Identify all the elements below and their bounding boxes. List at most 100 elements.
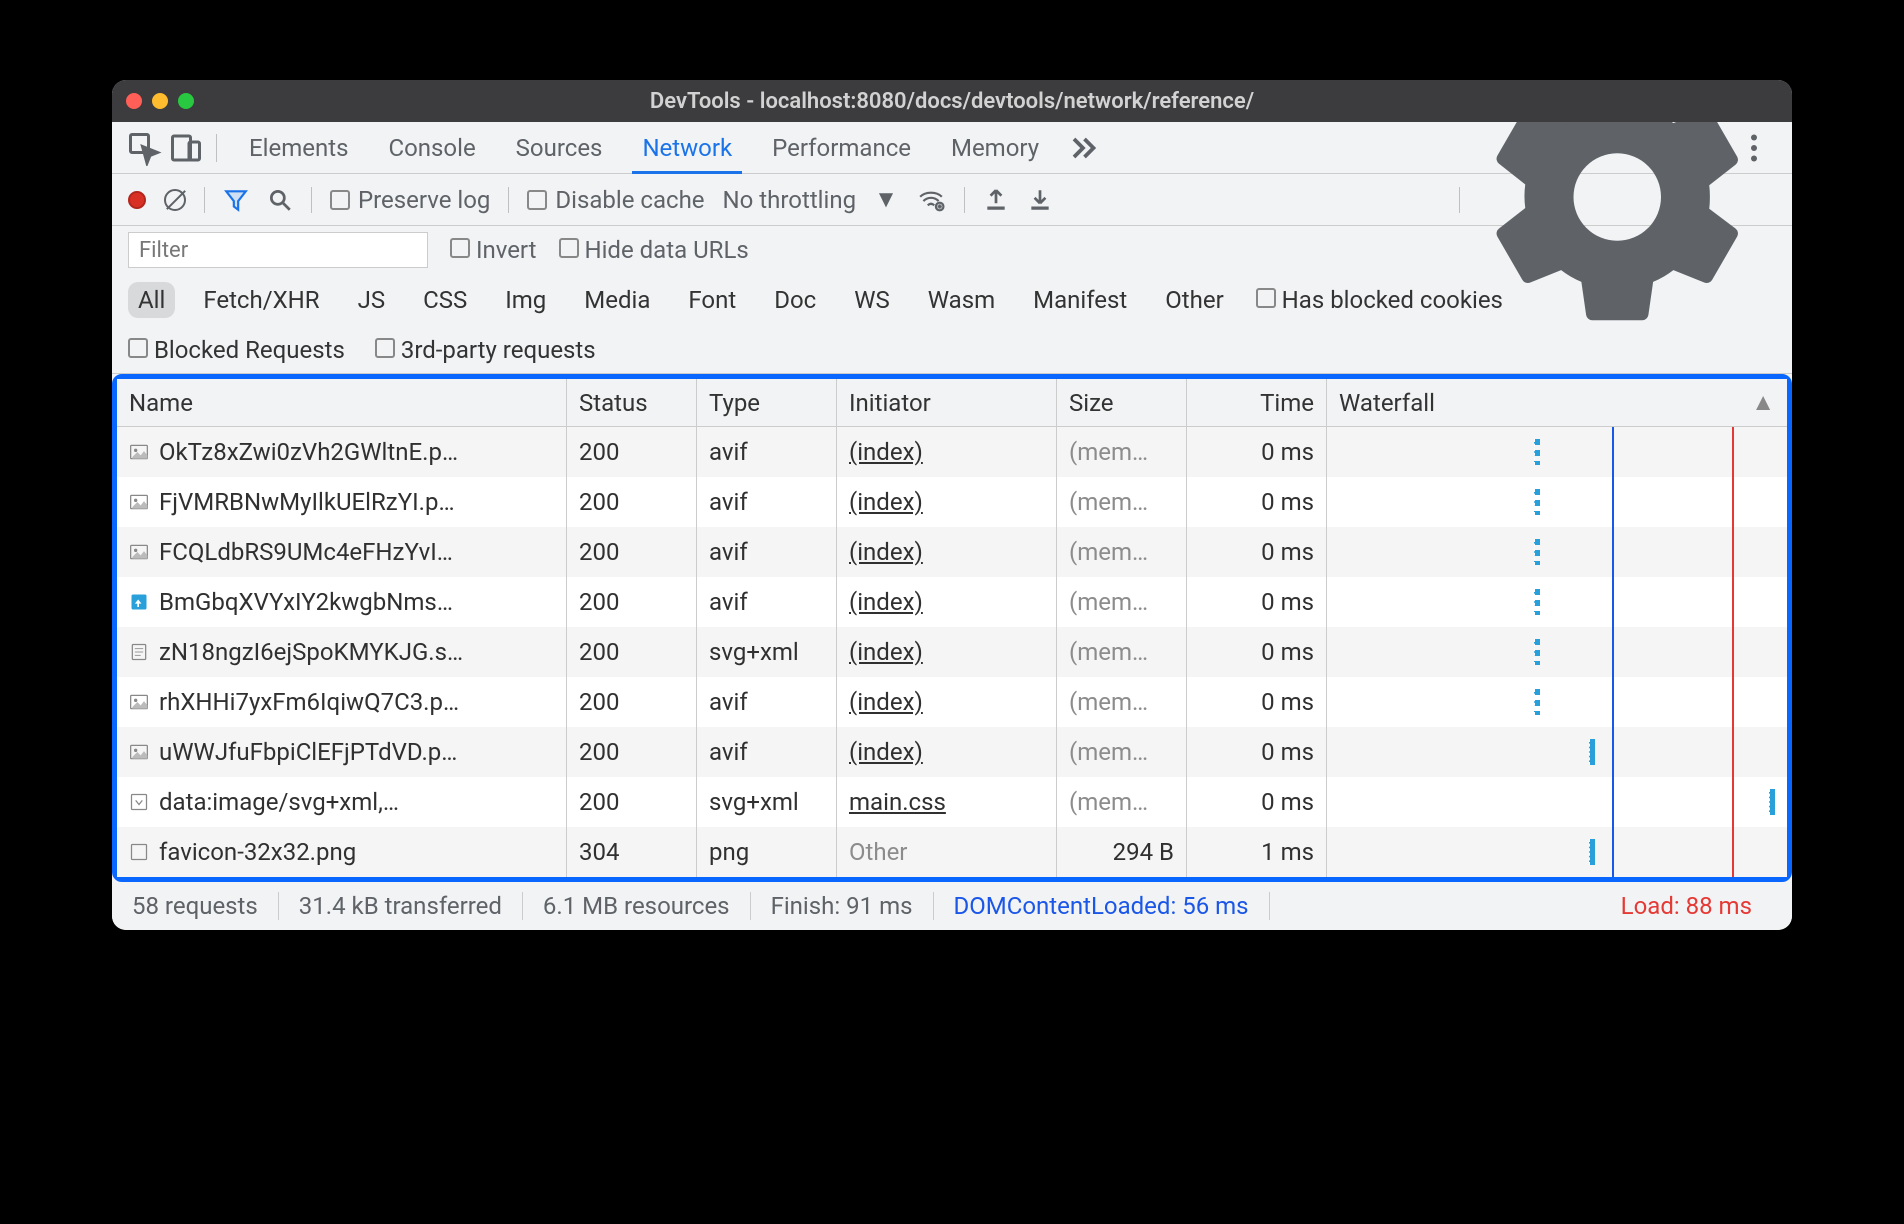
- window-title: DevTools - localhost:8080/docs/devtools/…: [112, 89, 1792, 114]
- request-row[interactable]: BmGbqXVYxIY2kwgbNms…200avif(index)(mem…0…: [117, 577, 1787, 627]
- waterfall-tick: [1589, 839, 1595, 865]
- request-initiator[interactable]: (index): [849, 538, 923, 566]
- type-filter-all[interactable]: All: [128, 282, 175, 318]
- search-icon[interactable]: [267, 187, 293, 213]
- maximize-button[interactable]: [178, 93, 194, 109]
- more-tabs-icon[interactable]: [1065, 130, 1101, 166]
- tab-network[interactable]: Network: [622, 122, 752, 173]
- request-time: 0 ms: [1187, 627, 1327, 677]
- hide-data-urls-checkbox[interactable]: Hide data URLs: [559, 236, 749, 264]
- type-filter-doc[interactable]: Doc: [764, 282, 826, 318]
- waterfall-tick: [1534, 489, 1540, 515]
- filter-toggle-icon[interactable]: [223, 187, 249, 213]
- request-waterfall: [1327, 627, 1787, 677]
- waterfall-tick: [1534, 539, 1540, 565]
- request-size: (mem…: [1057, 777, 1187, 827]
- request-initiator[interactable]: (index): [849, 638, 923, 666]
- request-row[interactable]: OkTz8xZwi0zVh2GWltnE.p…200avif(index)(me…: [117, 427, 1787, 477]
- status-transferred: 31.4 kB transferred: [279, 892, 523, 920]
- waterfall-tick: [1589, 739, 1595, 765]
- request-initiator[interactable]: (index): [849, 438, 923, 466]
- type-filter-ws[interactable]: WS: [844, 282, 900, 318]
- import-har-icon[interactable]: [983, 187, 1009, 213]
- request-size: (mem…: [1057, 627, 1187, 677]
- tab-memory[interactable]: Memory: [931, 122, 1059, 173]
- tab-performance[interactable]: Performance: [752, 122, 931, 173]
- type-filter-wasm[interactable]: Wasm: [918, 282, 1005, 318]
- request-type: svg+xml: [697, 777, 837, 827]
- checkbox-icon: [375, 338, 395, 358]
- request-initiator[interactable]: (index): [849, 688, 923, 716]
- traffic-lights: [126, 93, 194, 109]
- tab-elements[interactable]: Elements: [229, 122, 368, 173]
- request-initiator[interactable]: (index): [849, 738, 923, 766]
- inspect-element-icon[interactable]: [126, 130, 162, 166]
- type-filter-img[interactable]: Img: [495, 282, 556, 318]
- request-waterfall: [1327, 477, 1787, 527]
- third-party-label: 3rd-party requests: [401, 336, 596, 364]
- blocked-requests-checkbox[interactable]: Blocked Requests: [128, 336, 345, 364]
- request-time: 0 ms: [1187, 727, 1327, 777]
- type-filter-media[interactable]: Media: [574, 282, 660, 318]
- request-status: 304: [567, 827, 697, 877]
- doc-file-icon: [129, 642, 149, 662]
- col-header-status[interactable]: Status: [567, 379, 697, 426]
- request-row[interactable]: data:image/svg+xml,…200svg+xmlmain.css(m…: [117, 777, 1787, 827]
- request-waterfall: [1327, 677, 1787, 727]
- request-type: avif: [697, 527, 837, 577]
- divider: [508, 187, 509, 213]
- tab-sources[interactable]: Sources: [496, 122, 623, 173]
- disable-cache-checkbox[interactable]: Disable cache: [527, 186, 704, 214]
- request-initiator[interactable]: main.css: [849, 788, 946, 816]
- col-header-waterfall[interactable]: Waterfall ▲: [1327, 379, 1787, 426]
- tab-console[interactable]: Console: [368, 122, 495, 173]
- col-header-time[interactable]: Time: [1187, 379, 1327, 426]
- request-initiator[interactable]: (index): [849, 588, 923, 616]
- has-blocked-cookies-checkbox[interactable]: Has blocked cookies: [1256, 286, 1503, 314]
- third-party-checkbox[interactable]: 3rd-party requests: [375, 336, 596, 364]
- col-header-initiator[interactable]: Initiator: [837, 379, 1057, 426]
- request-row[interactable]: favicon-32x32.png304pngOther294 B1 ms: [117, 827, 1787, 877]
- request-status: 200: [567, 527, 697, 577]
- request-row[interactable]: FjVMRBNwMyIlkUElRzYI.p…200avif(index)(me…: [117, 477, 1787, 527]
- type-filter-font[interactable]: Font: [678, 282, 746, 318]
- close-button[interactable]: [126, 93, 142, 109]
- type-filter-fetch-xhr[interactable]: Fetch/XHR: [193, 282, 329, 318]
- filter-input[interactable]: Filter: [128, 232, 428, 268]
- export-har-icon[interactable]: [1027, 187, 1053, 213]
- img-file-icon: [129, 442, 149, 462]
- request-time: 0 ms: [1187, 777, 1327, 827]
- request-status: 200: [567, 427, 697, 477]
- request-initiator: Other: [849, 838, 907, 866]
- request-size: (mem…: [1057, 427, 1187, 477]
- request-time: 0 ms: [1187, 577, 1327, 627]
- checkbox-icon: [450, 238, 470, 258]
- request-row[interactable]: FCQLdbRS9UMc4eFHzYvI…200avif(index)(mem……: [117, 527, 1787, 577]
- col-header-size[interactable]: Size: [1057, 379, 1187, 426]
- minimize-button[interactable]: [152, 93, 168, 109]
- network-conditions-icon[interactable]: [916, 187, 946, 213]
- request-row[interactable]: rhXHHi7yxFm6IqiwQ7C3.p…200avif(index)(me…: [117, 677, 1787, 727]
- request-status: 200: [567, 677, 697, 727]
- request-row[interactable]: uWWJfuFbpiClEFjPTdVD.p…200avif(index)(me…: [117, 727, 1787, 777]
- request-size: (mem…: [1057, 477, 1187, 527]
- col-header-name[interactable]: Name: [117, 379, 567, 426]
- clear-button[interactable]: [164, 189, 186, 211]
- request-row[interactable]: zN18ngzI6ejSpoKMYKJG.s…200svg+xml(index)…: [117, 627, 1787, 677]
- type-filter-js[interactable]: JS: [348, 282, 396, 318]
- type-filter-css[interactable]: CSS: [413, 282, 477, 318]
- table-header: Name Status Type Initiator Size Time Wat…: [117, 379, 1787, 427]
- preserve-log-checkbox[interactable]: Preserve log: [330, 186, 490, 214]
- request-name: FCQLdbRS9UMc4eFHzYvI…: [159, 538, 453, 566]
- request-initiator[interactable]: (index): [849, 488, 923, 516]
- type-filter-manifest[interactable]: Manifest: [1023, 282, 1137, 318]
- request-waterfall: [1327, 827, 1787, 877]
- col-header-type[interactable]: Type: [697, 379, 837, 426]
- throttling-select[interactable]: No throttling ▼: [723, 185, 898, 214]
- record-button[interactable]: [128, 191, 146, 209]
- invert-checkbox[interactable]: Invert: [450, 236, 537, 264]
- request-type: avif: [697, 477, 837, 527]
- blank-file-icon: [129, 842, 149, 862]
- type-filter-other[interactable]: Other: [1155, 282, 1233, 318]
- device-toolbar-icon[interactable]: [168, 130, 204, 166]
